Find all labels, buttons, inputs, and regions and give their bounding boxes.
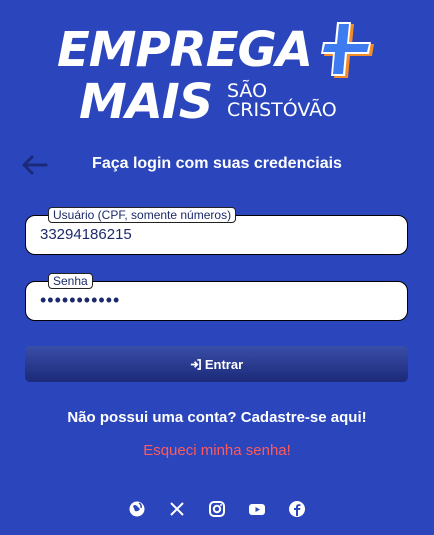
login-button[interactable]: Entrar [25, 346, 408, 382]
youtube-icon[interactable] [248, 500, 266, 518]
social-links [0, 500, 434, 518]
password-field-container: Senha [25, 273, 408, 321]
arrow-left-icon [22, 155, 48, 175]
user-field-label: Usuário (CPF, somente números) [48, 207, 237, 223]
user-input[interactable] [40, 226, 390, 243]
password-input[interactable] [40, 290, 390, 311]
logo-line2: MAIS [79, 74, 213, 130]
globe-icon[interactable] [128, 500, 146, 518]
signup-link-container: Não possui uma conta? Cadastre-se aqui! [0, 409, 434, 426]
x-icon[interactable] [168, 500, 186, 518]
back-button[interactable] [20, 152, 50, 178]
facebook-icon[interactable] [288, 500, 306, 518]
forgot-password-link[interactable]: Esqueci minha senha! [0, 442, 434, 459]
password-field-label: Senha [48, 273, 93, 289]
login-button-label: Entrar [204, 356, 244, 372]
plus-logo-icon [321, 22, 374, 78]
signup-link[interactable]: Não possui uma conta? Cadastre-se aqui! [67, 409, 366, 426]
logo-sub2: CRISTÓVÃO [227, 99, 337, 121]
instagram-icon[interactable] [208, 500, 226, 518]
page-title: Faça login com suas credenciais [92, 155, 342, 172]
brand-logo: EMPREGA MAIS SÃO CRISTÓVÃO [57, 20, 377, 130]
logo-line1: EMPREGA [57, 22, 313, 78]
user-field-container: Usuário (CPF, somente números) [25, 207, 408, 255]
logo-subtitle: SÃO CRISTÓVÃO [227, 82, 337, 120]
sign-in-icon [190, 358, 201, 370]
